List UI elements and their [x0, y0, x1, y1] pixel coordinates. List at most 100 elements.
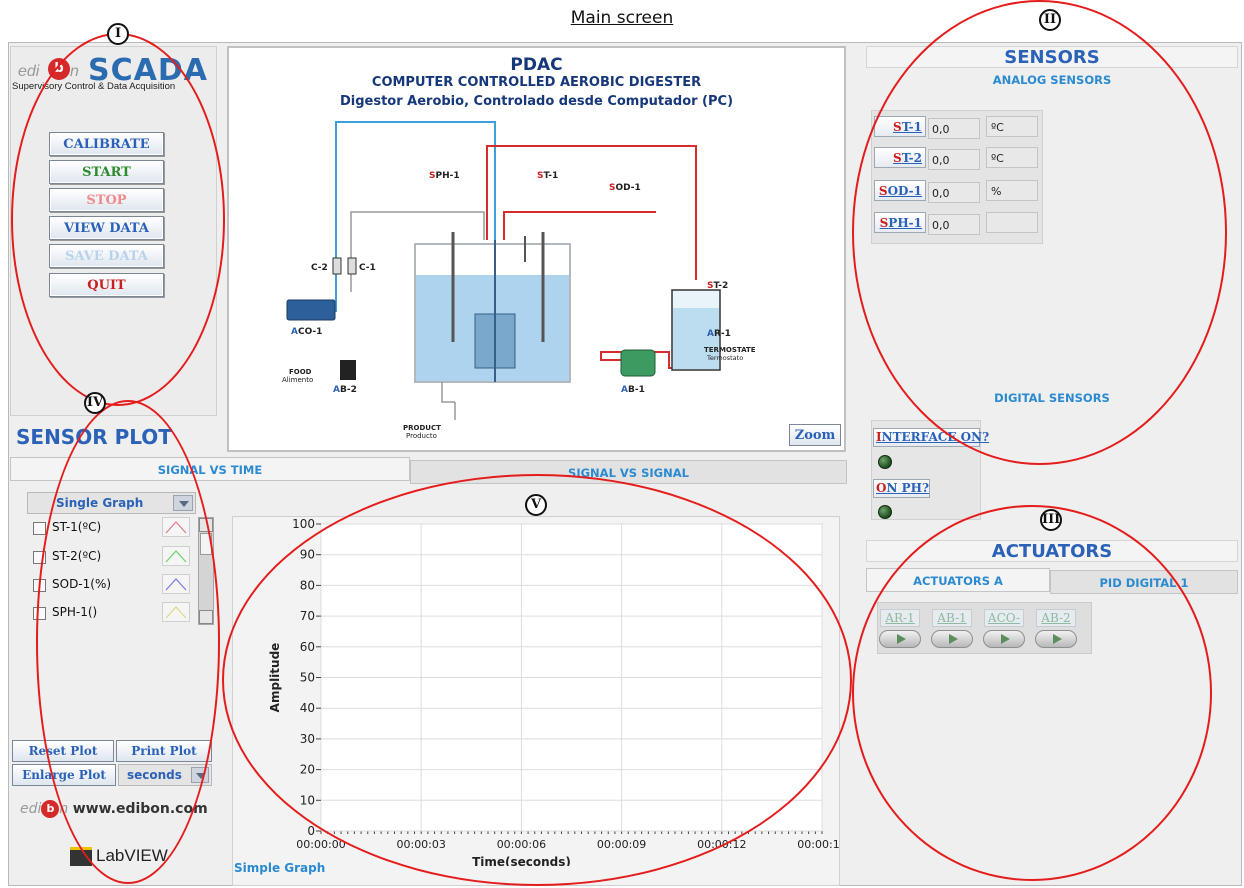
- svg-text:ST-2: ST-2: [707, 281, 728, 291]
- sensor-sod-1-label[interactable]: SOD-1: [874, 180, 926, 201]
- svg-text:AB-2: AB-2: [333, 385, 357, 395]
- scroll-thumb[interactable]: [200, 533, 212, 555]
- actuator-ar-1-toggle[interactable]: [879, 630, 921, 648]
- series-checkbox[interactable]: [33, 607, 46, 620]
- zoom-button[interactable]: Zoom: [789, 424, 841, 446]
- quit-button[interactable]: QUIT: [49, 273, 164, 297]
- x-axis-label: Time(seconds): [472, 855, 571, 866]
- sensor-st-2-label[interactable]: ST-2: [874, 147, 926, 168]
- save-data-button[interactable]: SAVE DATA: [49, 244, 164, 268]
- y-tick-label: 100: [292, 517, 315, 531]
- ph-on-led: [878, 505, 892, 519]
- edibon-scada-logo: edi b n SCADA Supervisory Control & Data…: [12, 53, 213, 97]
- y-tick-label: 60: [300, 640, 315, 654]
- series-checkbox[interactable]: [33, 551, 46, 564]
- svg-text:FOOD: FOOD: [289, 368, 312, 376]
- tab-actuators-a[interactable]: ACTUATORS A: [866, 568, 1050, 592]
- tab-signal-vs-signal[interactable]: SIGNAL VS SIGNAL: [410, 460, 847, 484]
- y-tick-label: 90: [300, 548, 315, 562]
- graph-mode-value: Single Graph: [56, 496, 144, 510]
- svg-text:C-2: C-2: [311, 263, 328, 273]
- x-tick-label: 00:00:15: [797, 838, 840, 851]
- diagram-subtitle-es: Digestor Aerobio, Controlado desde Compu…: [339, 94, 734, 109]
- sensor-sph-1-label[interactable]: SPH-1: [874, 212, 926, 233]
- x-tick-label: 00:00:12: [697, 838, 746, 851]
- y-axis-label: Amplitude: [268, 643, 282, 713]
- chevron-down-icon[interactable]: [191, 767, 209, 783]
- series-checkbox[interactable]: [33, 522, 46, 535]
- website-link[interactable]: edi b n www.edibon.com: [20, 800, 208, 818]
- svg-text:Termostato: Termostato: [706, 354, 743, 362]
- series-swatch[interactable]: [162, 574, 190, 594]
- x-tick-label: 00:00:00: [296, 838, 345, 851]
- stop-button[interactable]: STOP: [49, 188, 164, 212]
- series-swatch[interactable]: [162, 546, 190, 566]
- print-plot-button[interactable]: Print Plot: [116, 740, 212, 762]
- digital-sensor-ph-label[interactable]: ON PH?: [873, 479, 930, 498]
- series-swatch[interactable]: [162, 517, 190, 537]
- actuator-ab-1-toggle[interactable]: [931, 630, 973, 648]
- actuator-aco-1-label: ACO-1: [984, 609, 1024, 642]
- y-tick-label: 40: [300, 701, 315, 715]
- logo-brand: edi: [18, 63, 40, 80]
- legend-scrollbar[interactable]: [198, 517, 214, 625]
- svg-text:PRODUCT: PRODUCT: [403, 424, 441, 432]
- sensor-value: 0,0: [928, 214, 980, 235]
- x-tick-label: 00:00:06: [497, 838, 546, 851]
- labview-icon: [70, 847, 92, 867]
- digital-sensor-interface-label[interactable]: INTERFACE ON?: [873, 428, 989, 447]
- series-label: ST-1(ºC): [52, 520, 102, 534]
- graph-mode-select[interactable]: Single Graph: [27, 492, 196, 514]
- sensor-unit: ºC: [986, 116, 1038, 137]
- sensor-plot-title: SENSOR PLOT: [16, 425, 172, 449]
- view-data-button[interactable]: VIEW DATA: [49, 216, 164, 240]
- logo-subtitle: Supervisory Control & Data Acquisition: [12, 81, 176, 92]
- interface-on-led: [878, 455, 892, 469]
- scroll-down-icon[interactable]: [199, 610, 213, 624]
- actuators-title: ACTUATORS: [866, 540, 1238, 562]
- calibrate-button[interactable]: CALIBRATE: [49, 132, 164, 156]
- annotation-label-v: V: [525, 494, 547, 516]
- series-label: SOD-1(%): [52, 577, 112, 591]
- tab-pid-digital-1[interactable]: PID DIGITAL 1: [1050, 570, 1238, 594]
- actuator-ab-2-toggle[interactable]: [1035, 630, 1077, 648]
- series-swatch[interactable]: [162, 602, 190, 622]
- sensor-value: 0,0: [928, 149, 980, 170]
- signal-time-chart: 00:00:00 00:00:03 00:00:06 00:00:09 00:00:12…: [268, 517, 840, 866]
- y-tick-label: 0: [307, 824, 315, 838]
- analog-sensors-title: ANALOG SENSORS: [992, 73, 1112, 87]
- process-diagram: SPH-1 ST-1 SOD-1 ST-2 C-2 C-1 ACO-1 AR-1…: [282, 121, 756, 440]
- sensor-st-1-label[interactable]: ST-1: [874, 116, 926, 137]
- tab-signal-vs-time[interactable]: SIGNAL VS TIME: [10, 457, 410, 481]
- annotation-label-iii: III: [1040, 509, 1062, 531]
- chevron-down-icon[interactable]: [173, 495, 193, 511]
- logo-dot: b: [48, 58, 70, 80]
- annotation-label-iv: IV: [84, 392, 106, 414]
- svg-text:C-1: C-1: [359, 263, 376, 273]
- time-unit-select[interactable]: seconds: [118, 764, 212, 786]
- annotation-label-ii: II: [1039, 9, 1061, 31]
- series-checkbox[interactable]: [33, 579, 46, 592]
- svg-text:SOD-1: SOD-1: [609, 183, 641, 193]
- start-button[interactable]: START: [49, 160, 164, 184]
- simple-graph-label: Simple Graph: [234, 861, 326, 875]
- y-tick-label: 70: [300, 609, 315, 623]
- svg-text:Alimento: Alimento: [282, 376, 313, 384]
- diagram-title: PDAC: [510, 55, 563, 75]
- sensors-title: SENSORS: [866, 46, 1238, 68]
- y-tick-label: 10: [300, 793, 315, 807]
- labview-text: LabVIEW: [96, 846, 168, 865]
- series-label: SPH-1(): [52, 605, 98, 619]
- website-text: www.edibon.com: [72, 801, 208, 817]
- enlarge-plot-button[interactable]: Enlarge Plot: [12, 764, 116, 786]
- scroll-up-icon[interactable]: [199, 518, 213, 532]
- actuator-aco-1-toggle[interactable]: [983, 630, 1025, 648]
- reset-plot-button[interactable]: Reset Plot: [12, 740, 114, 762]
- actuator-ab-1-label: AB-1: [932, 609, 972, 627]
- labview-logo: LabVIEW: [70, 846, 168, 867]
- svg-text:SPH-1: SPH-1: [429, 171, 460, 181]
- y-tick-label: 80: [300, 578, 315, 592]
- svg-text:AB-1: AB-1: [621, 385, 645, 395]
- x-tick-label: 00:00:09: [597, 838, 646, 851]
- annotation-label-i: I: [107, 23, 129, 45]
